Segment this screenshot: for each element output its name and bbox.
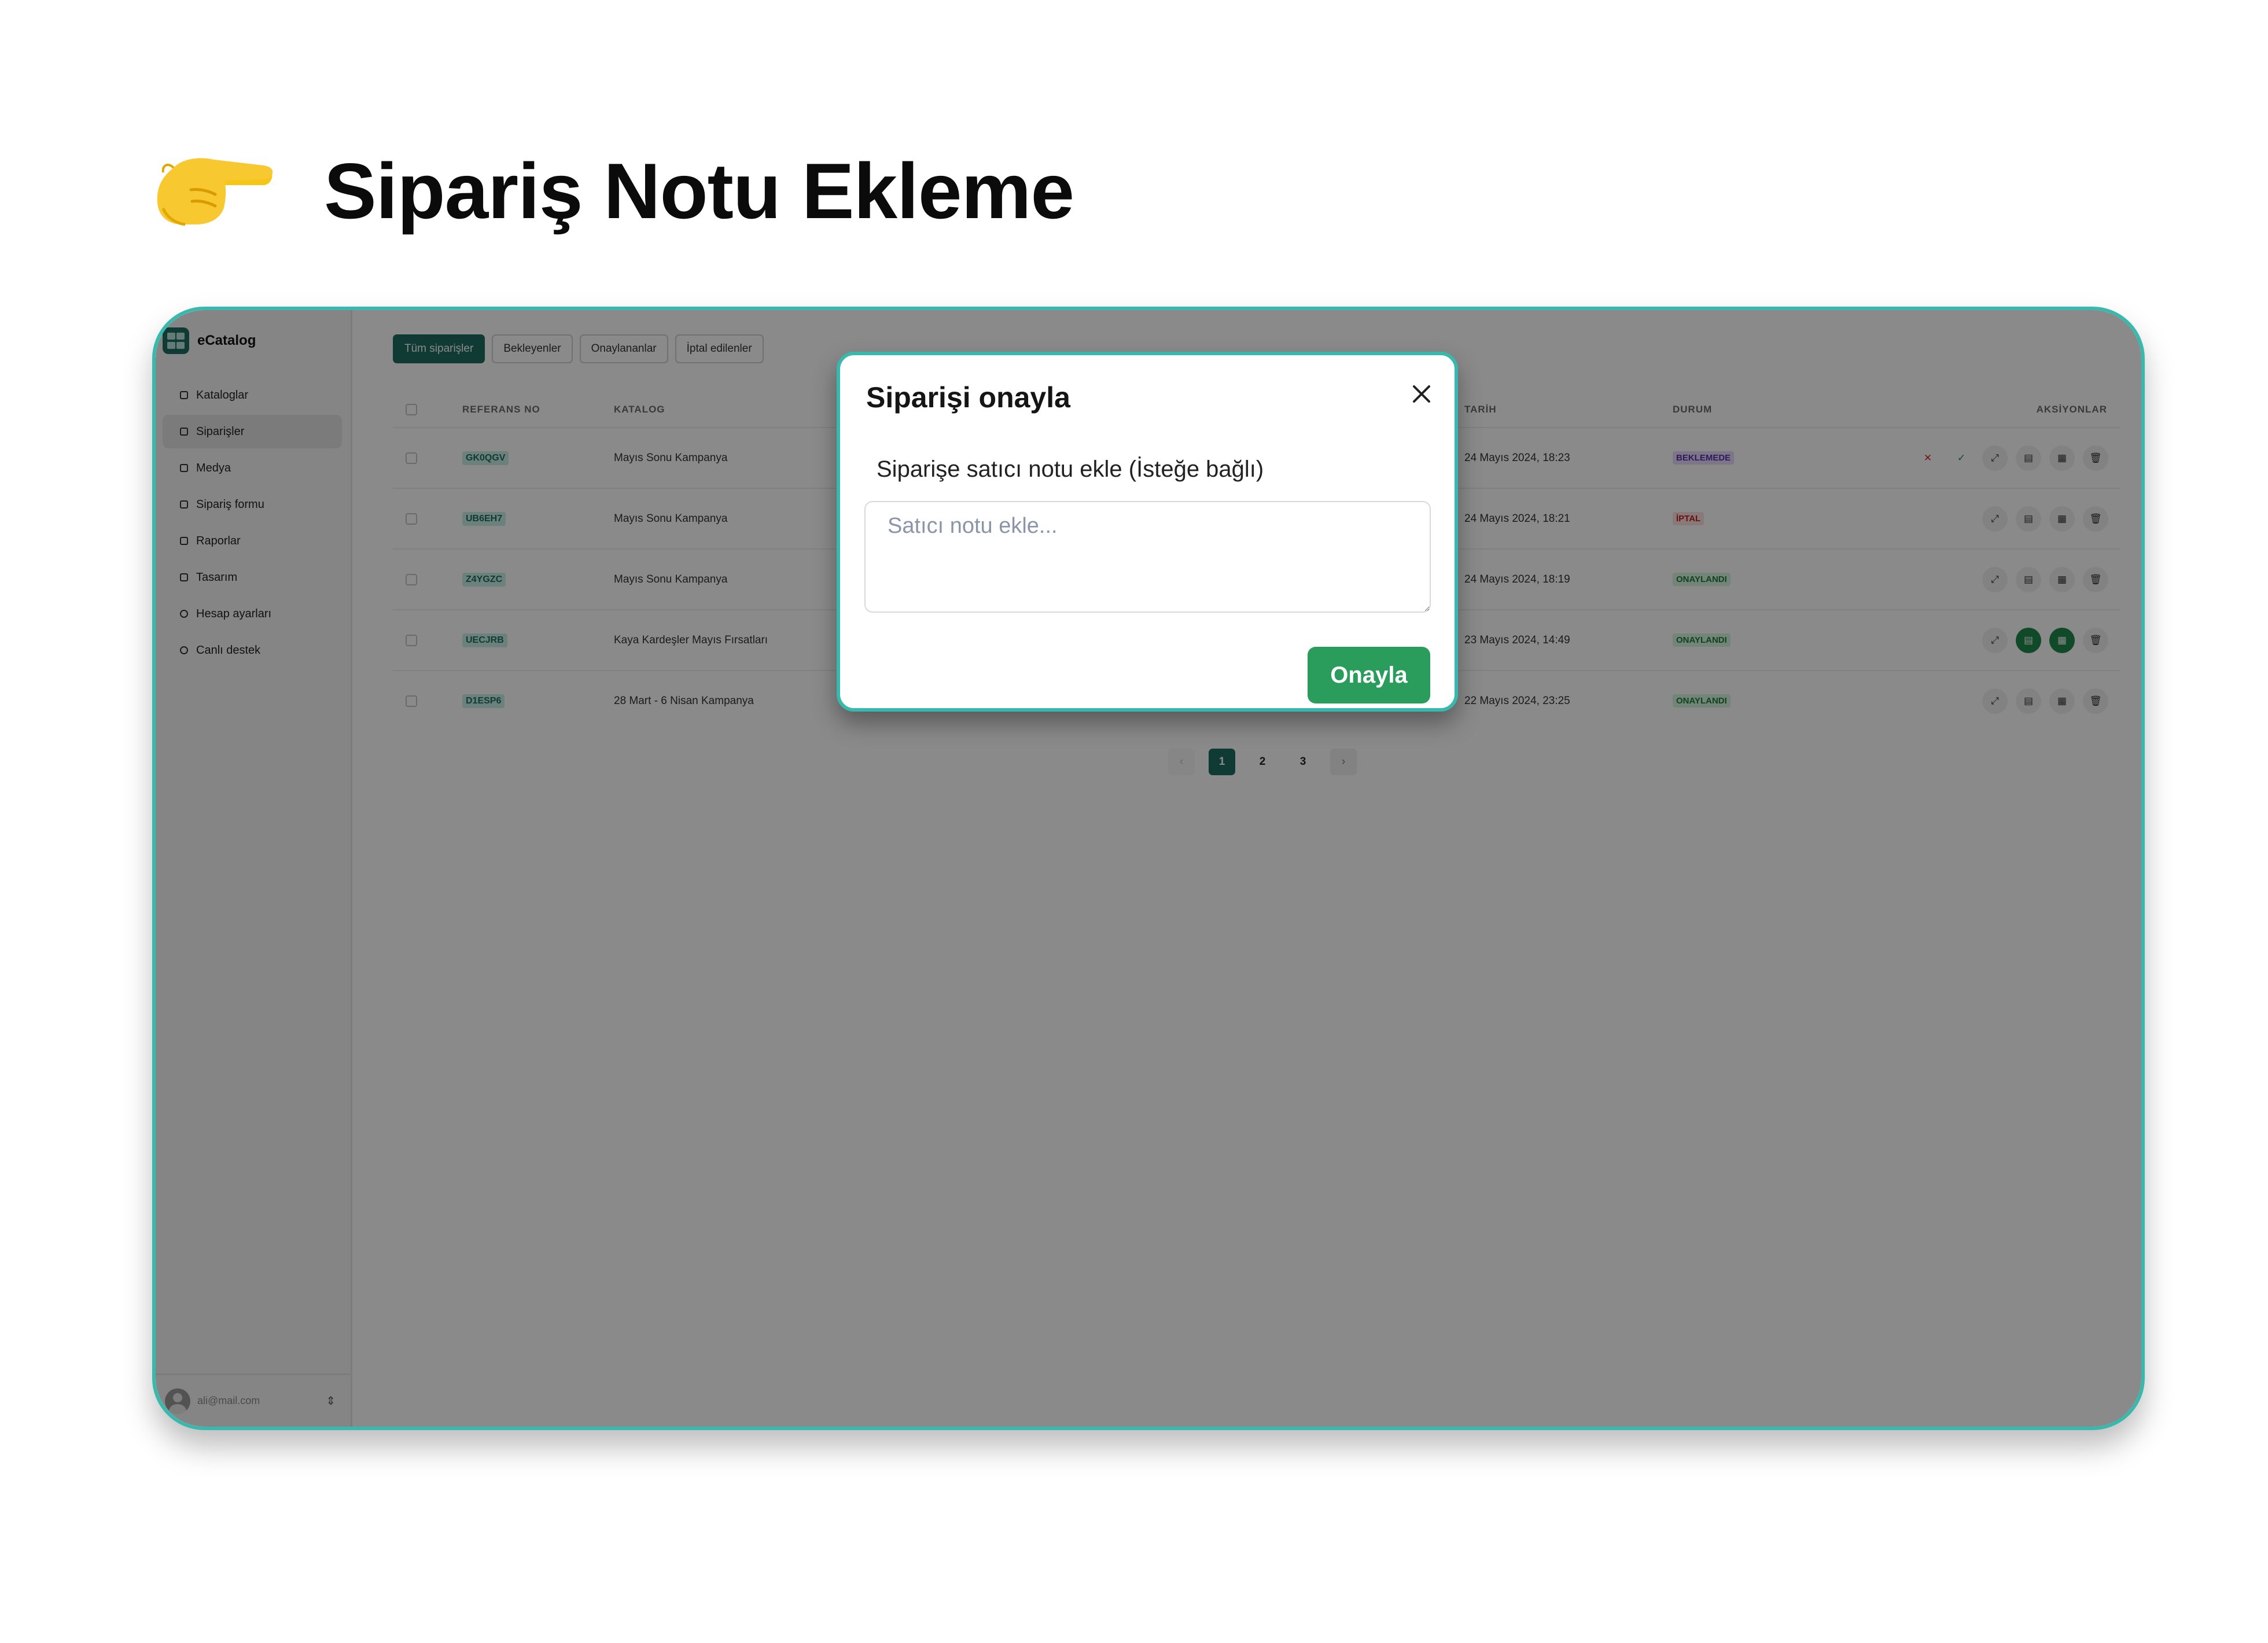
seller-note-textarea[interactable] <box>864 501 1431 613</box>
confirm-order-dialog: Siparişi onayla Siparişe satıcı notu ekl… <box>837 352 1458 712</box>
close-icon[interactable] <box>1407 380 1436 408</box>
pointing-hand-icon <box>157 158 273 226</box>
dialog-title: Siparişi onayla <box>866 381 1070 414</box>
seller-note-label: Siparişe satıcı notu ekle (İsteğe bağlı) <box>877 456 1264 482</box>
page-header: Sipariş Notu Ekleme <box>150 133 1074 249</box>
confirm-button[interactable]: Onayla <box>1308 647 1430 703</box>
page-title: Sipariş Notu Ekleme <box>324 147 1074 235</box>
